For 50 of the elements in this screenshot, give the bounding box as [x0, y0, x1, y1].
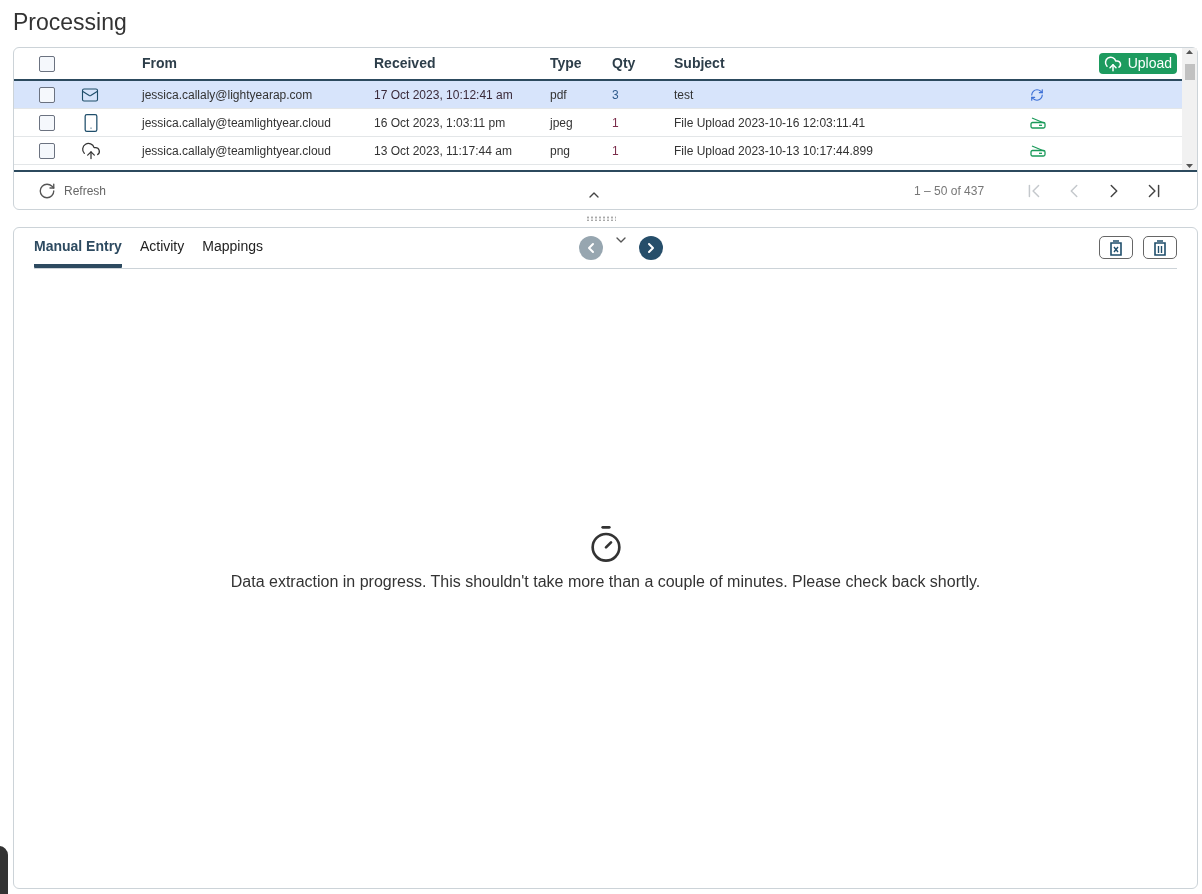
table-cell-text: 3 [612, 86, 619, 104]
pagination-range: 1 – 50 of 437 [914, 182, 985, 200]
sync-icon [1030, 87, 1044, 102]
tab[interactable]: Activity [139, 228, 185, 268]
table-cell-text: 16 Oct 2023, 1:03:11 pm [374, 114, 506, 132]
scrollbar-thumb[interactable] [1185, 64, 1195, 80]
checkbox[interactable] [39, 142, 55, 159]
column-header: From [142, 54, 177, 73]
table-row[interactable]: jessica.callaly@lightyearap.com 17 Oct 2023, 10:12:41 am pdf 3 test [14, 81, 1182, 109]
tab[interactable]: Manual Entry [34, 228, 122, 268]
upload-button[interactable]: Upload [1098, 53, 1177, 74]
envelope-icon [81, 85, 99, 104]
delete-button[interactable] [1143, 236, 1177, 259]
tab[interactable]: Mappings [202, 228, 263, 268]
cloud-upload-icon [1103, 54, 1122, 73]
table-cell-text: 13 Oct 2023, 11:17:44 am [374, 142, 512, 160]
scanner-icon [1030, 116, 1046, 129]
checkbox[interactable] [39, 86, 55, 103]
table-cell-text: test [674, 86, 694, 104]
table-cell-text: pdf [550, 86, 567, 104]
column-header: Subject [674, 54, 725, 73]
cloud-upload-icon [81, 140, 101, 161]
column-header: Qty [612, 54, 636, 73]
table-cell-text: png [550, 142, 571, 160]
checkbox[interactable] [39, 114, 55, 131]
checkbox[interactable] [39, 55, 55, 72]
status-message: Data extraction in progress. This shouldn't take more than a couple of minutes. Please check back shortly. [230, 572, 981, 592]
scrollbar[interactable] [1182, 48, 1197, 170]
scanner-icon [1030, 144, 1046, 157]
refresh-button[interactable]: Refresh [38, 181, 107, 200]
table-cell-text: jpeg [550, 114, 573, 132]
table-cell-text: File Upload 2023-10-13 10:17:44.899 [674, 142, 873, 160]
scroll-down-arrow-icon[interactable] [1186, 164, 1193, 168]
column-header: Received [374, 54, 436, 73]
table-cell-text: File Upload 2023-10-16 12:03:11.41 [674, 114, 866, 132]
refresh-icon [38, 181, 56, 200]
table-cell-text: 17 Oct 2023, 10:12:41 am [374, 86, 513, 104]
table-cell-text: jessica.callaly@teamlightyear.cloud [142, 142, 331, 160]
scroll-up-arrow-icon[interactable] [1186, 50, 1193, 54]
table-cell-text: jessica.callaly@lightyearap.com [142, 86, 313, 104]
next-document-button[interactable] [638, 236, 663, 260]
clear-button[interactable] [1099, 236, 1133, 259]
column-header: Type [550, 54, 582, 73]
table-cell-text: 1 [612, 114, 619, 132]
page-title: Processing [13, 8, 127, 36]
table-cell-text: jessica.callaly@teamlightyear.cloud [142, 114, 331, 132]
resize-handle[interactable] [586, 216, 616, 221]
trash-x-icon [1110, 239, 1122, 256]
table-cell-text: 1 [612, 142, 619, 160]
trash-icon [1154, 239, 1166, 256]
